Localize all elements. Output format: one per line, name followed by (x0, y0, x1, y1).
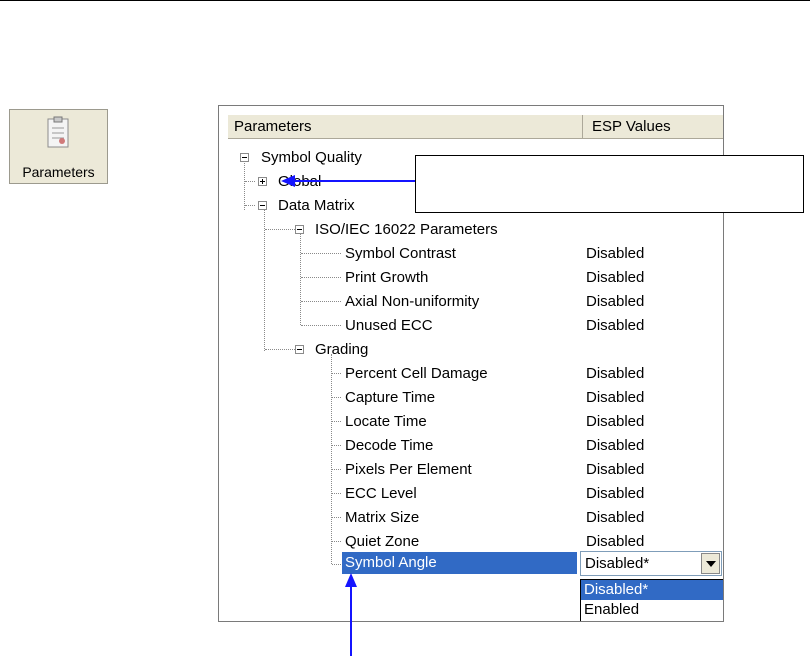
tree-line (332, 469, 341, 470)
value-ecc-level[interactable]: Disabled (586, 483, 644, 505)
tree-item-unused-ecc[interactable]: Unused ECC (345, 315, 433, 337)
tree-line (332, 421, 341, 422)
parameters-button[interactable]: Parameters (9, 109, 108, 184)
tree-line (332, 493, 341, 494)
tree-line (245, 205, 255, 206)
collapse-toggle-symbol-quality[interactable] (240, 153, 249, 162)
tree-item-quiet-zone[interactable]: Quiet Zone (345, 531, 419, 553)
tree-item-decode-time[interactable]: Decode Time (345, 435, 433, 457)
value-print-growth[interactable]: Disabled (586, 267, 644, 289)
tree-item-ecc-level[interactable]: ECC Level (345, 483, 417, 505)
symbol-angle-dropdown[interactable]: Disabled* (580, 551, 722, 576)
tree-node-iso-parameters[interactable]: ISO/IEC 16022 Parameters (315, 219, 498, 241)
value-locate-time[interactable]: Disabled (586, 411, 644, 433)
tree-node-grading[interactable]: Grading (315, 339, 368, 361)
tree-line (332, 445, 341, 446)
expand-toggle-global[interactable] (258, 177, 267, 186)
bottom-arrow-line (350, 586, 352, 656)
callout-arrow-line (292, 180, 415, 182)
tree-item-symbol-angle-selected[interactable]: Symbol Angle (342, 552, 577, 574)
tree-item-axial-non-uniformity[interactable]: Axial Non-uniformity (345, 291, 479, 313)
collapse-toggle-data-matrix[interactable] (258, 201, 267, 210)
tree-line (301, 325, 341, 326)
value-symbol-contrast[interactable]: Disabled (586, 243, 644, 265)
tree-line (332, 564, 341, 565)
value-quiet-zone[interactable]: Disabled (586, 531, 644, 553)
tree-line (332, 541, 341, 542)
collapse-toggle-grading[interactable] (295, 345, 304, 354)
dropdown-current-value: Disabled* (585, 555, 650, 572)
tree-line (300, 234, 301, 325)
dropdown-options-list: Disabled* Enabled (580, 579, 723, 621)
tree-line (301, 301, 341, 302)
tree-item-symbol-contrast[interactable]: Symbol Contrast (345, 243, 456, 265)
tree-line (301, 253, 341, 254)
value-percent-cell-damage[interactable]: Disabled (586, 363, 644, 385)
tree-line (244, 163, 245, 210)
tree-line (332, 373, 341, 374)
tree-line (301, 277, 341, 278)
tree-line (245, 181, 255, 182)
tree-line (332, 397, 341, 398)
dropdown-arrow-icon[interactable] (701, 553, 720, 574)
bottom-arrow-head (345, 573, 357, 587)
tree-item-symbol-angle: Symbol Angle (345, 554, 437, 571)
collapse-toggle-iso[interactable] (295, 225, 304, 234)
column-header-esp-values[interactable]: ESP Values (584, 115, 723, 138)
value-decode-time[interactable]: Disabled (586, 435, 644, 457)
callout-box (415, 155, 804, 213)
parameters-button-label: Parameters (22, 164, 95, 180)
tree-header: Parameters ESP Values (228, 115, 723, 139)
tree-item-capture-time[interactable]: Capture Time (345, 387, 435, 409)
value-unused-ecc[interactable]: Disabled (586, 315, 644, 337)
value-pixels-per-element[interactable]: Disabled (586, 459, 644, 481)
tree-node-data-matrix[interactable]: Data Matrix (278, 195, 355, 217)
tree-line (265, 229, 295, 230)
top-rule (0, 0, 810, 1)
value-matrix-size[interactable]: Disabled (586, 507, 644, 529)
tree-item-percent-cell-damage[interactable]: Percent Cell Damage (345, 363, 488, 385)
parameters-icon (47, 116, 69, 148)
tree-item-pixels-per-element[interactable]: Pixels Per Element (345, 459, 472, 481)
tree-line (331, 354, 332, 564)
dropdown-option-enabled[interactable]: Enabled (581, 600, 723, 620)
value-axial-non-uniformity[interactable]: Disabled (586, 291, 644, 313)
tree-item-print-growth[interactable]: Print Growth (345, 267, 428, 289)
tree-line (265, 349, 295, 350)
tree-item-matrix-size[interactable]: Matrix Size (345, 507, 419, 529)
callout-arrow-head (281, 175, 295, 187)
tree-line (332, 517, 341, 518)
tree-item-locate-time[interactable]: Locate Time (345, 411, 427, 433)
tree-line (264, 210, 265, 351)
tree-node-symbol-quality[interactable]: Symbol Quality (261, 147, 362, 169)
value-capture-time[interactable]: Disabled (586, 387, 644, 409)
column-header-parameters[interactable]: Parameters (228, 115, 583, 138)
dropdown-option-disabled[interactable]: Disabled* (581, 580, 723, 600)
